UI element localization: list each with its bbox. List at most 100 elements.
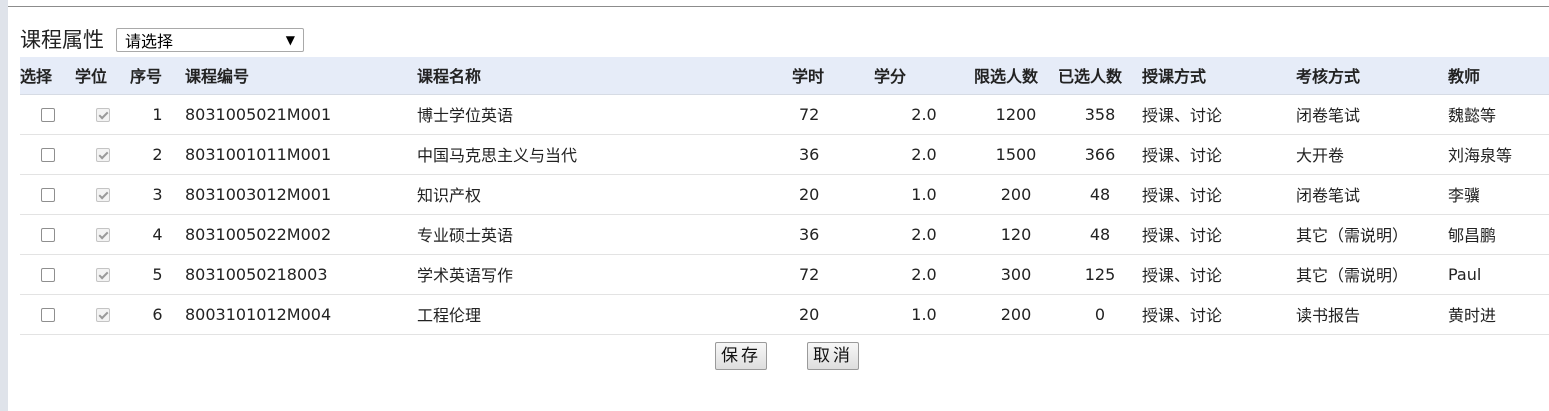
row-select-checkbox[interactable] bbox=[40, 148, 55, 162]
row-degree-checkbox bbox=[95, 308, 110, 322]
row-degree-cell bbox=[75, 214, 130, 255]
cell-course-name[interactable]: 学术英语写作 bbox=[417, 254, 792, 295]
cell-course-name[interactable]: 专业硕士英语 bbox=[417, 214, 792, 255]
cell-teacher[interactable]: Paul bbox=[1448, 254, 1549, 295]
cell-method: 授课、讨论 bbox=[1142, 294, 1296, 335]
cell-teacher[interactable]: 刘海泉等 bbox=[1448, 134, 1549, 175]
cell-hours: 20 bbox=[792, 294, 874, 335]
cell-seq: 1 bbox=[130, 94, 185, 135]
row-degree-checkbox bbox=[95, 148, 110, 162]
header-teacher: 教师 bbox=[1448, 57, 1549, 95]
cell-enrolled: 125 bbox=[1058, 254, 1142, 295]
cell-credits: 2.0 bbox=[874, 94, 974, 135]
cell-credits: 2.0 bbox=[874, 134, 974, 175]
row-degree-cell bbox=[75, 254, 130, 295]
cell-teacher[interactable]: 李骥 bbox=[1448, 174, 1549, 215]
table-row: 4 8031005022M002 专业硕士英语 36 2.0 120 48 授课、讨论 其它（需… bbox=[20, 214, 1549, 255]
cell-credits: 2.0 bbox=[874, 254, 974, 295]
cell-teacher[interactable]: 魏懿等 bbox=[1448, 94, 1549, 135]
cell-hours: 72 bbox=[792, 254, 874, 295]
cell-seq: 6 bbox=[130, 294, 185, 335]
cell-seq: 3 bbox=[130, 174, 185, 215]
header-credits: 学分 bbox=[874, 57, 974, 95]
cell-course-name[interactable]: 中国马克思主义与当代 bbox=[417, 134, 792, 175]
cell-method: 授课、讨论 bbox=[1142, 254, 1296, 295]
cell-course-code[interactable]: 80310050218003 bbox=[185, 254, 417, 295]
cell-course-name[interactable]: 工程伦理 bbox=[417, 294, 792, 335]
action-buttons: 保存 取消 bbox=[715, 342, 859, 370]
row-degree-checkbox bbox=[95, 228, 110, 242]
row-select-cell bbox=[20, 134, 75, 175]
cell-exam: 闭卷笔试 bbox=[1296, 174, 1448, 215]
cell-enrolled: 366 bbox=[1058, 134, 1142, 175]
row-select-cell bbox=[20, 294, 75, 335]
cell-exam: 其它（需说明） bbox=[1296, 214, 1448, 255]
row-select-cell bbox=[20, 214, 75, 255]
header-method: 授课方式 bbox=[1142, 57, 1296, 95]
table-row: 3 8031003012M001 知识产权 20 1.0 200 48 授课、讨论 闭卷笔试 李骥 bbox=[20, 174, 1549, 215]
course-attribute-select-value: 请选择 bbox=[125, 32, 174, 51]
cell-credits: 2.0 bbox=[874, 214, 974, 255]
cell-course-name[interactable]: 博士学位英语 bbox=[417, 94, 792, 135]
cell-hours: 72 bbox=[792, 94, 874, 135]
cell-course-code[interactable]: 8003101012M004 bbox=[185, 294, 417, 335]
top-divider bbox=[8, 6, 1549, 7]
cell-hours: 36 bbox=[792, 214, 874, 255]
course-table: 选择 学位 序号 课程编号 课程名称 学时 学分 限选人数 已选人数 授课方式 … bbox=[20, 57, 1549, 335]
cell-method: 授课、讨论 bbox=[1142, 214, 1296, 255]
cell-method: 授课、讨论 bbox=[1142, 94, 1296, 135]
cell-course-name[interactable]: 知识产权 bbox=[417, 174, 792, 215]
header-enrolled: 已选人数 bbox=[1058, 57, 1142, 95]
cell-enrolled: 48 bbox=[1058, 174, 1142, 215]
row-select-cell bbox=[20, 174, 75, 215]
course-attribute-label: 课程属性 bbox=[20, 28, 104, 52]
cell-exam: 闭卷笔试 bbox=[1296, 94, 1448, 135]
cell-course-code[interactable]: 8031005022M002 bbox=[185, 214, 417, 255]
cell-enrolled: 48 bbox=[1058, 214, 1142, 255]
cell-seq: 5 bbox=[130, 254, 185, 295]
left-frame-strip bbox=[0, 0, 8, 411]
cell-course-code[interactable]: 8031003012M001 bbox=[185, 174, 417, 215]
row-select-checkbox[interactable] bbox=[40, 188, 55, 202]
table-row: 1 8031005021M001 博士学位英语 72 2.0 1200 358 授课、讨论 闭卷… bbox=[20, 94, 1549, 135]
cell-limit: 120 bbox=[974, 214, 1058, 255]
cancel-button[interactable]: 取消 bbox=[807, 342, 859, 370]
cell-credits: 1.0 bbox=[874, 294, 974, 335]
cell-method: 授课、讨论 bbox=[1142, 134, 1296, 175]
table-row: 5 80310050218003 学术英语写作 72 2.0 300 125 授课、讨论 其它（… bbox=[20, 254, 1549, 295]
row-select-checkbox[interactable] bbox=[40, 108, 55, 122]
header-select: 选择 bbox=[20, 57, 75, 95]
row-degree-checkbox bbox=[95, 268, 110, 282]
header-code: 课程编号 bbox=[185, 57, 417, 95]
cell-limit: 300 bbox=[974, 254, 1058, 295]
cell-enrolled: 358 bbox=[1058, 94, 1142, 135]
header-degree: 学位 bbox=[75, 57, 130, 95]
cell-method: 授课、讨论 bbox=[1142, 174, 1296, 215]
course-attribute-filter: 课程属性 请选择 ▼ bbox=[20, 26, 304, 54]
course-attribute-select[interactable]: 请选择 ▼ bbox=[116, 28, 304, 52]
cell-course-code[interactable]: 8031005021M001 bbox=[185, 94, 417, 135]
row-degree-cell bbox=[75, 134, 130, 175]
header-seq: 序号 bbox=[130, 57, 185, 95]
cell-enrolled: 0 bbox=[1058, 294, 1142, 335]
header-hours: 学时 bbox=[792, 57, 874, 95]
cell-exam: 大开卷 bbox=[1296, 134, 1448, 175]
cell-teacher[interactable]: 郇昌鹏 bbox=[1448, 214, 1549, 255]
row-select-checkbox[interactable] bbox=[40, 228, 55, 242]
row-select-checkbox[interactable] bbox=[40, 268, 55, 282]
cell-exam: 读书报告 bbox=[1296, 294, 1448, 335]
row-degree-cell bbox=[75, 294, 130, 335]
header-name: 课程名称 bbox=[417, 57, 792, 95]
cell-limit: 1200 bbox=[974, 94, 1058, 135]
cell-limit: 200 bbox=[974, 294, 1058, 335]
cell-limit: 1500 bbox=[974, 134, 1058, 175]
row-degree-cell bbox=[75, 94, 130, 135]
cell-course-code[interactable]: 8031001011M001 bbox=[185, 134, 417, 175]
cell-seq: 2 bbox=[130, 134, 185, 175]
row-select-checkbox[interactable] bbox=[40, 308, 55, 322]
cell-hours: 36 bbox=[792, 134, 874, 175]
save-button[interactable]: 保存 bbox=[715, 342, 767, 370]
cell-teacher[interactable]: 黄时进 bbox=[1448, 294, 1549, 335]
row-degree-checkbox bbox=[95, 188, 110, 202]
cell-credits: 1.0 bbox=[874, 174, 974, 215]
